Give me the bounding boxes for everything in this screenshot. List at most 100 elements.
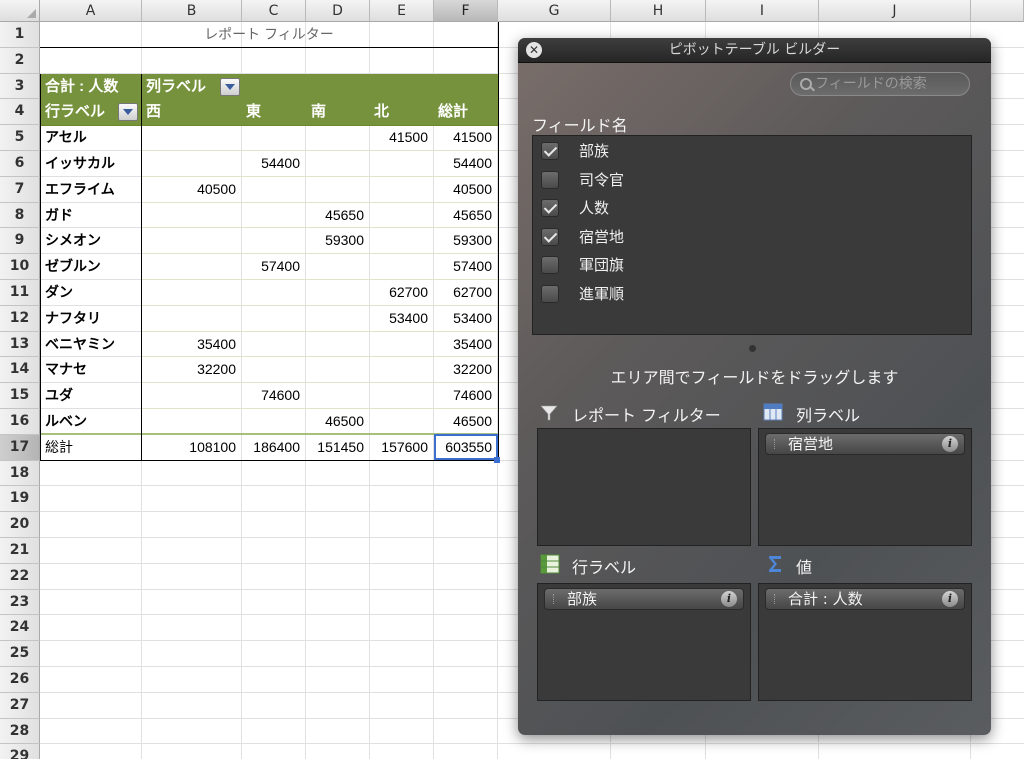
row-header[interactable]: 29 (0, 744, 40, 759)
row-header[interactable]: 23 (0, 589, 40, 616)
column-header[interactable]: B (142, 0, 242, 22)
row-header[interactable]: 21 (0, 538, 40, 564)
row-label-cell[interactable]: ゼブルン (45, 254, 101, 279)
pivot-value-cell[interactable]: 46500 (434, 409, 492, 434)
pivot-value-cell[interactable] (142, 409, 236, 434)
pivot-value-cell[interactable] (306, 280, 364, 305)
pivot-value-cell[interactable] (242, 125, 300, 150)
field-item[interactable]: 人数 (541, 195, 961, 221)
row-field-chip[interactable]: 部族 i (544, 588, 744, 610)
pivot-value-cell[interactable] (370, 203, 428, 228)
pivot-value-cell[interactable] (142, 125, 236, 150)
info-icon[interactable]: i (942, 436, 958, 452)
selected-cell[interactable] (434, 433, 498, 460)
pivot-value-cell[interactable] (242, 203, 300, 228)
pivot-value-cell[interactable] (370, 254, 428, 279)
row-header[interactable]: 24 (0, 615, 40, 642)
report-filter-area[interactable] (537, 428, 751, 546)
row-header[interactable]: 22 (0, 563, 40, 590)
row-header[interactable]: 20 (0, 512, 40, 538)
column-filter-dropdown-icon[interactable] (220, 77, 240, 96)
pivot-value-cell[interactable] (370, 177, 428, 202)
pivot-value-cell[interactable] (306, 383, 364, 408)
field-checkbox[interactable] (541, 227, 559, 246)
field-item[interactable]: 軍団旗 (541, 252, 961, 278)
row-header[interactable]: 11 (0, 280, 40, 306)
row-header[interactable]: 10 (0, 254, 40, 280)
field-checkbox[interactable] (541, 256, 559, 275)
pivot-value-cell[interactable] (306, 177, 364, 202)
pivot-value-cell[interactable] (242, 306, 300, 331)
column-header[interactable]: I (706, 0, 819, 22)
pivot-value-cell[interactable] (370, 409, 428, 434)
pivot-value-cell[interactable] (242, 280, 300, 305)
row-header[interactable]: 5 (0, 125, 40, 151)
pivot-value-cell[interactable]: 40500 (142, 177, 236, 202)
column-header[interactable]: G (498, 0, 611, 22)
value-field-chip[interactable]: 合計 : 人数 i (765, 588, 965, 610)
pivot-value-cell[interactable]: 74600 (434, 383, 492, 408)
row-label-cell[interactable]: ルベン (45, 409, 87, 434)
column-header[interactable]: C (242, 0, 306, 22)
pivot-value-cell[interactable]: 62700 (370, 280, 428, 305)
column-header[interactable]: D (306, 0, 370, 22)
select-all-corner[interactable] (0, 0, 40, 22)
row-header[interactable]: 2 (0, 47, 40, 74)
report-filter-cell[interactable]: レポート フィルター (40, 22, 498, 47)
info-icon[interactable]: i (942, 591, 958, 607)
pivot-value-cell[interactable] (306, 332, 364, 357)
field-checkbox[interactable] (541, 170, 559, 189)
field-item[interactable]: 宿営地 (541, 224, 961, 250)
pivot-value-cell[interactable]: 62700 (434, 280, 492, 305)
row-header[interactable]: 25 (0, 641, 40, 667)
pivot-value-cell[interactable]: 59300 (434, 228, 492, 253)
pivot-value-cell[interactable] (370, 228, 428, 253)
row-header[interactable]: 19 (0, 486, 40, 513)
pivot-value-cell[interactable]: 46500 (306, 409, 364, 434)
row-header[interactable]: 28 (0, 718, 40, 745)
row-label-cell[interactable]: アセル (45, 125, 87, 150)
pivot-value-cell[interactable]: 40500 (434, 177, 492, 202)
pivot-value-cell[interactable] (306, 254, 364, 279)
pivot-value-cell[interactable] (370, 383, 428, 408)
builder-titlebar[interactable]: ピボットテーブル ビルダー ✕ (518, 38, 991, 63)
column-header[interactable]: F (434, 0, 498, 22)
pivot-value-cell[interactable]: 45650 (434, 203, 492, 228)
pivot-value-cell[interactable]: 59300 (306, 228, 364, 253)
column-header[interactable]: A (40, 0, 142, 22)
pivot-value-cell[interactable] (306, 357, 364, 382)
row-label-cell[interactable]: ガド (45, 203, 73, 228)
splitter-handle[interactable] (749, 345, 756, 352)
pivot-value-cell[interactable]: 32200 (142, 357, 236, 382)
pivot-value-cell[interactable]: 151450 (306, 435, 364, 460)
close-icon[interactable]: ✕ (526, 42, 542, 58)
pivot-value-cell[interactable] (142, 151, 236, 176)
row-header[interactable]: 9 (0, 228, 40, 255)
field-checkbox[interactable] (541, 285, 559, 303)
pivot-value-cell[interactable]: 53400 (434, 306, 492, 331)
pivot-value-cell[interactable]: 54400 (434, 151, 492, 176)
row-filter-dropdown-icon[interactable] (118, 103, 138, 122)
pivot-value-cell[interactable]: 57400 (434, 254, 492, 279)
row-header[interactable]: 14 (0, 357, 40, 384)
pivot-value-cell[interactable] (242, 357, 300, 382)
column-labels-area[interactable]: 宿営地 i (758, 428, 972, 546)
row-header[interactable]: 4 (0, 99, 40, 126)
row-header[interactable]: 13 (0, 331, 40, 358)
values-area[interactable]: 合計 : 人数 i (758, 583, 972, 701)
pivot-value-cell[interactable]: 45650 (306, 203, 364, 228)
pivot-value-cell[interactable] (142, 306, 236, 331)
row-label-cell[interactable]: ナフタリ (45, 306, 101, 331)
pivot-value-cell[interactable]: 53400 (370, 306, 428, 331)
row-header[interactable]: 3 (0, 73, 40, 100)
row-header[interactable]: 17 (0, 434, 40, 461)
pivot-value-cell[interactable] (370, 357, 428, 382)
row-labels-area[interactable]: 部族 i (537, 583, 751, 701)
row-header[interactable]: 26 (0, 667, 40, 693)
field-item[interactable]: 進軍順 (541, 281, 961, 307)
column-header[interactable]: H (611, 0, 706, 22)
pivot-value-cell[interactable] (142, 383, 236, 408)
pivot-value-cell[interactable]: 41500 (434, 125, 492, 150)
column-header[interactable]: J (819, 0, 971, 22)
info-icon[interactable]: i (721, 591, 737, 607)
